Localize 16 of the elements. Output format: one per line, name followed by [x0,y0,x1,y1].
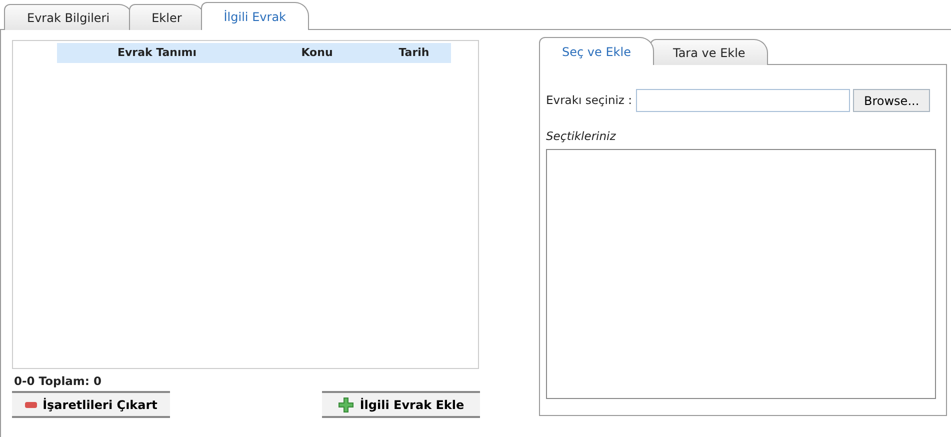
column-header[interactable]: Evrak Tanımı [57,44,257,62]
column-header[interactable]: Konu [257,44,377,62]
tab[interactable]: Seç ve Ekle [539,37,654,65]
selected-label: Seçtikleriniz [546,128,617,145]
add-button[interactable]: İlgili Evrak Ekle [322,391,480,418]
pager-text: 0-0 Toplam: 0 [14,373,103,390]
column-header[interactable]: Tarih [377,44,451,62]
browse-button[interactable]: Browse... [853,89,930,112]
remove-button[interactable]: İşaretlileri Çıkart [12,391,170,418]
file-input[interactable] [636,89,850,112]
plus-icon [338,396,354,413]
selected-list[interactable] [546,149,936,400]
minus-icon [24,402,37,408]
tab[interactable]: Tara ve Ekle [650,39,768,65]
tab[interactable]: İlgili Evrak [200,2,309,30]
field-label: Evrakı seçiniz : [546,92,632,109]
